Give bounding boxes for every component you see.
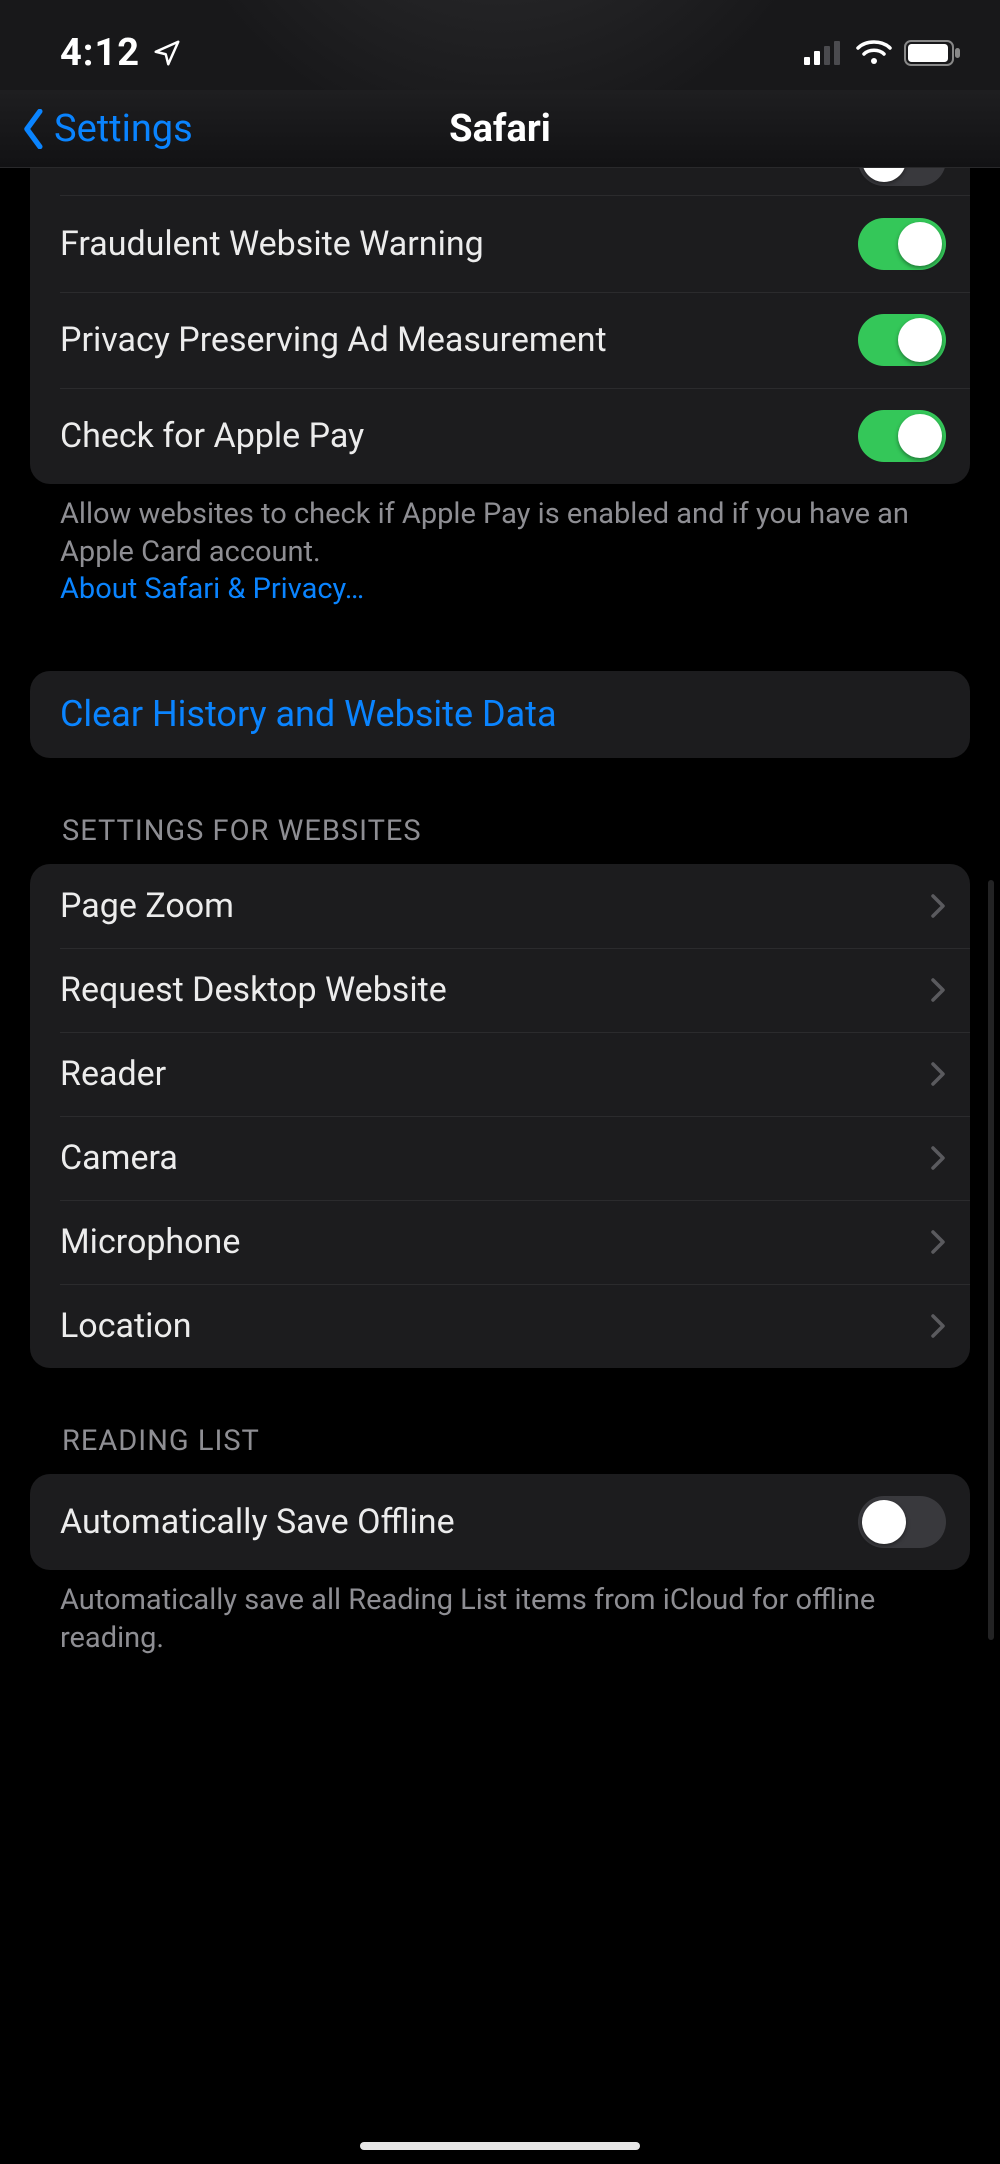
scroll-indicator [988, 880, 994, 1640]
location-arrow-icon [152, 38, 182, 68]
fraud-warning-label: Fraudulent Website Warning [60, 224, 858, 264]
toggle-switch[interactable] [858, 314, 946, 366]
camera-row[interactable]: Camera [30, 1116, 970, 1200]
privacy-ad-measurement-row[interactable]: Privacy Preserving Ad Measurement [30, 292, 970, 388]
clear-history-group: Clear History and Website Data [30, 671, 970, 757]
privacy-row-cutoff[interactable] [30, 168, 970, 196]
check-apple-pay-row[interactable]: Check for Apple Pay [30, 388, 970, 484]
fraud-warning-row[interactable]: Fraudulent Website Warning [30, 196, 970, 292]
status-right [804, 40, 962, 66]
microphone-row[interactable]: Microphone [30, 1200, 970, 1284]
chevron-right-icon [930, 1061, 946, 1087]
battery-icon [904, 40, 962, 66]
reader-row[interactable]: Reader [30, 1032, 970, 1116]
page-title: Safari [0, 107, 1000, 151]
auto-save-offline-row[interactable]: Automatically Save Offline [30, 1474, 970, 1570]
status-bar: 4:12 [0, 0, 1000, 90]
readinglist-section-header: READING LIST [0, 1424, 1000, 1458]
microphone-label: Microphone [60, 1222, 930, 1262]
toggle-switch[interactable] [858, 410, 946, 462]
reader-label: Reader [60, 1054, 930, 1094]
toggle-switch[interactable] [858, 168, 946, 186]
camera-label: Camera [60, 1138, 930, 1178]
chevron-right-icon [930, 1313, 946, 1339]
wifi-icon [856, 40, 892, 66]
check-apple-pay-label: Check for Apple Pay [60, 416, 858, 456]
websites-group: Page Zoom Request Desktop Website Reader… [30, 864, 970, 1369]
location-label: Location [60, 1306, 930, 1346]
privacy-group: Fraudulent Website Warning Privacy Prese… [30, 168, 970, 484]
auto-save-offline-label: Automatically Save Offline [60, 1502, 858, 1542]
status-time-area: 4:12 [60, 31, 182, 75]
chevron-right-icon [930, 1145, 946, 1171]
location-row[interactable]: Location [30, 1284, 970, 1368]
status-time: 4:12 [60, 31, 140, 75]
privacy-ad-measurement-label: Privacy Preserving Ad Measurement [60, 320, 858, 360]
toggle-switch[interactable] [858, 218, 946, 270]
privacy-footer: Allow websites to check if Apple Pay is … [0, 484, 1000, 609]
cellular-signal-icon [804, 41, 844, 65]
clear-history-button[interactable]: Clear History and Website Data [30, 671, 970, 757]
request-desktop-label: Request Desktop Website [60, 970, 930, 1010]
chevron-right-icon [930, 977, 946, 1003]
toggle-switch[interactable] [858, 1496, 946, 1548]
websites-section-header: SETTINGS FOR WEBSITES [0, 814, 1000, 848]
page-zoom-label: Page Zoom [60, 886, 930, 926]
readinglist-group: Automatically Save Offline [30, 1474, 970, 1570]
chevron-right-icon [930, 1229, 946, 1255]
nav-bar: Settings Safari [0, 90, 1000, 168]
clear-history-label: Clear History and Website Data [60, 693, 946, 735]
page-zoom-row[interactable]: Page Zoom [30, 864, 970, 948]
home-indicator[interactable] [360, 2142, 640, 2150]
chevron-right-icon [930, 893, 946, 919]
privacy-footer-text: Allow websites to check if Apple Pay is … [60, 497, 909, 569]
readinglist-footer: Automatically save all Reading List item… [0, 1570, 1000, 1657]
about-safari-privacy-link[interactable]: About Safari & Privacy… [60, 572, 364, 606]
request-desktop-row[interactable]: Request Desktop Website [30, 948, 970, 1032]
